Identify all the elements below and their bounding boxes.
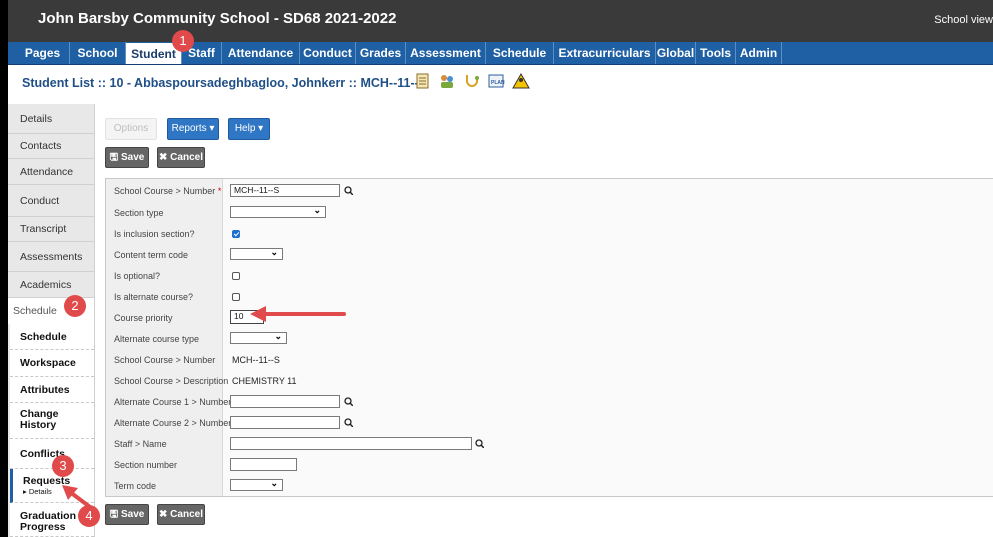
breadcrumb-icons: PLAN — [414, 72, 532, 90]
health-icon[interactable] — [463, 72, 481, 90]
sidebar: Details Contacts Attendance Conduct Tran… — [8, 104, 95, 537]
save-label: Save — [120, 509, 145, 520]
reports-button[interactable]: Reports ▾ — [167, 118, 219, 140]
section-type-select[interactable]: ⌄ — [230, 205, 326, 218]
help-button[interactable]: Help ▾ — [228, 118, 270, 140]
course-priority-label: Course priority — [114, 313, 173, 323]
request-form: School Course > Number * MCH--11--S Sect… — [105, 178, 993, 497]
search-icon[interactable] — [475, 439, 484, 448]
nav-tab-schedule[interactable]: Schedule — [486, 42, 554, 64]
sidebar-item-attendance[interactable]: Attendance — [8, 159, 94, 185]
optional-checkbox[interactable] — [232, 272, 240, 280]
sidebar-item-attributes[interactable]: Attributes — [10, 377, 94, 403]
term-code-select[interactable]: ⌄ — [230, 478, 283, 491]
school-course-number-label: School Course > Number * — [114, 186, 221, 196]
nav-tab-assessment[interactable]: Assessment — [406, 42, 486, 64]
alternate-course-1-input[interactable] — [230, 395, 340, 408]
school-course-number-value: MCH--11--S — [232, 355, 280, 365]
nav-tab-admin[interactable]: Admin — [736, 42, 782, 64]
svg-text:PLAN: PLAN — [491, 80, 505, 86]
nav-tab-global[interactable]: Global — [656, 42, 696, 64]
family-icon[interactable] — [438, 72, 456, 90]
nav-tab-conduct[interactable]: Conduct — [300, 42, 356, 64]
sidebar-item-schedule[interactable]: Schedule — [10, 324, 94, 350]
staff-name-label: Staff > Name — [114, 439, 167, 449]
term-code-label: Term code — [114, 481, 157, 491]
save-icon: 🖫 — [109, 509, 119, 520]
inclusion-section-label: Is inclusion section? — [114, 229, 195, 239]
alert-icon[interactable] — [511, 72, 530, 90]
notes-icon[interactable] — [414, 72, 432, 90]
top-nav: Pages School Student Staff Attendance Co… — [8, 42, 993, 65]
save-icon: 🖫 — [109, 152, 119, 163]
alternate-course-type-label: Alternate course type — [114, 334, 200, 344]
cancel-button-bottom[interactable]: ✖ Cancel — [157, 504, 205, 525]
nav-tab-extracurriculars[interactable]: Extracurriculars — [554, 42, 656, 64]
annotation-badge-1: 1 — [172, 30, 194, 52]
school-course-number-readonly-label: School Course > Number — [114, 355, 216, 365]
app-window: John Barsby Community School - SD68 2021… — [8, 0, 993, 537]
chevron-down-icon: ⌄ — [270, 478, 278, 488]
school-course-number-input[interactable]: MCH--11--S — [230, 184, 340, 197]
change-history-label: Change History — [20, 408, 59, 431]
sidebar-item-conduct[interactable]: Conduct — [8, 185, 94, 217]
chevron-down-icon: ⌄ — [274, 331, 282, 341]
title-bar: John Barsby Community School - SD68 2021… — [8, 0, 993, 42]
save-label: Save — [120, 152, 145, 163]
nav-tab-tools[interactable]: Tools — [696, 42, 736, 64]
school-course-number-label-text: School Course > Number — [114, 186, 216, 196]
school-title: John Barsby Community School - SD68 2021… — [38, 10, 397, 27]
alternate-course-checkbox[interactable] — [232, 293, 240, 301]
sidebar-item-transcript[interactable]: Transcript — [8, 217, 94, 242]
main-content: Options Reports ▾ Help ▾ 🖫 Save ✖ Cancel… — [95, 104, 993, 537]
content-term-code-label: Content term code — [114, 250, 189, 260]
sidebar-item-assessments[interactable]: Assessments — [8, 242, 94, 272]
content-term-code-select[interactable]: ⌄ — [230, 247, 283, 260]
nav-tab-grades[interactable]: Grades — [356, 42, 406, 64]
school-course-description-value: CHEMISTRY 11 — [232, 376, 297, 386]
alternate-course-label: Is alternate course? — [114, 292, 194, 302]
search-icon[interactable] — [344, 186, 353, 195]
section-number-label: Section number — [114, 460, 178, 470]
sidebar-item-workspace[interactable]: Workspace — [10, 350, 94, 377]
staff-name-input[interactable] — [230, 437, 472, 450]
search-icon[interactable] — [344, 418, 353, 427]
nav-tab-pages[interactable]: Pages — [16, 42, 70, 64]
view-label[interactable]: School view — [934, 14, 993, 26]
alternate-course-2-label: Alternate Course 2 > Number — [114, 418, 232, 428]
chevron-down-icon: ⌄ — [313, 205, 321, 215]
plan-icon[interactable]: PLAN — [487, 72, 505, 90]
annotation-badge-3: 3 — [52, 455, 74, 477]
inclusion-section-checkbox[interactable] — [232, 230, 240, 238]
annotation-badge-2: 2 — [64, 295, 86, 317]
chevron-down-icon: ⌄ — [270, 247, 278, 257]
section-type-label: Section type — [114, 208, 164, 218]
options-button[interactable]: Options — [105, 118, 157, 140]
save-button-top[interactable]: 🖫 Save — [105, 147, 149, 168]
nav-tab-school[interactable]: School — [70, 42, 126, 64]
alternate-course-1-label: Alternate Course 1 > Number — [114, 397, 232, 407]
nav-tab-attendance[interactable]: Attendance — [222, 42, 300, 64]
sidebar-item-academics[interactable]: Academics — [8, 272, 94, 298]
sidebar-item-contacts[interactable]: Contacts — [8, 134, 94, 159]
required-marker: * — [217, 186, 222, 196]
alternate-course-type-select[interactable]: ⌄ — [230, 331, 287, 344]
optional-label: Is optional? — [114, 271, 161, 281]
section-number-input[interactable] — [230, 458, 297, 471]
cancel-button-top[interactable]: ✖ Cancel — [157, 147, 205, 168]
alternate-course-2-input[interactable] — [230, 416, 340, 429]
search-icon[interactable] — [344, 397, 353, 406]
annotation-arrow-priority — [250, 306, 346, 322]
sidebar-item-change-history[interactable]: Change History — [10, 403, 94, 439]
school-course-description-label: School Course > Description — [114, 376, 229, 386]
sidebar-item-details[interactable]: Details — [8, 104, 94, 134]
annotation-arrow-requests — [62, 485, 96, 512]
breadcrumb: Student List :: 10 - Abbaspoursadeghbagl… — [22, 76, 428, 90]
save-button-bottom[interactable]: 🖫 Save — [105, 504, 149, 525]
